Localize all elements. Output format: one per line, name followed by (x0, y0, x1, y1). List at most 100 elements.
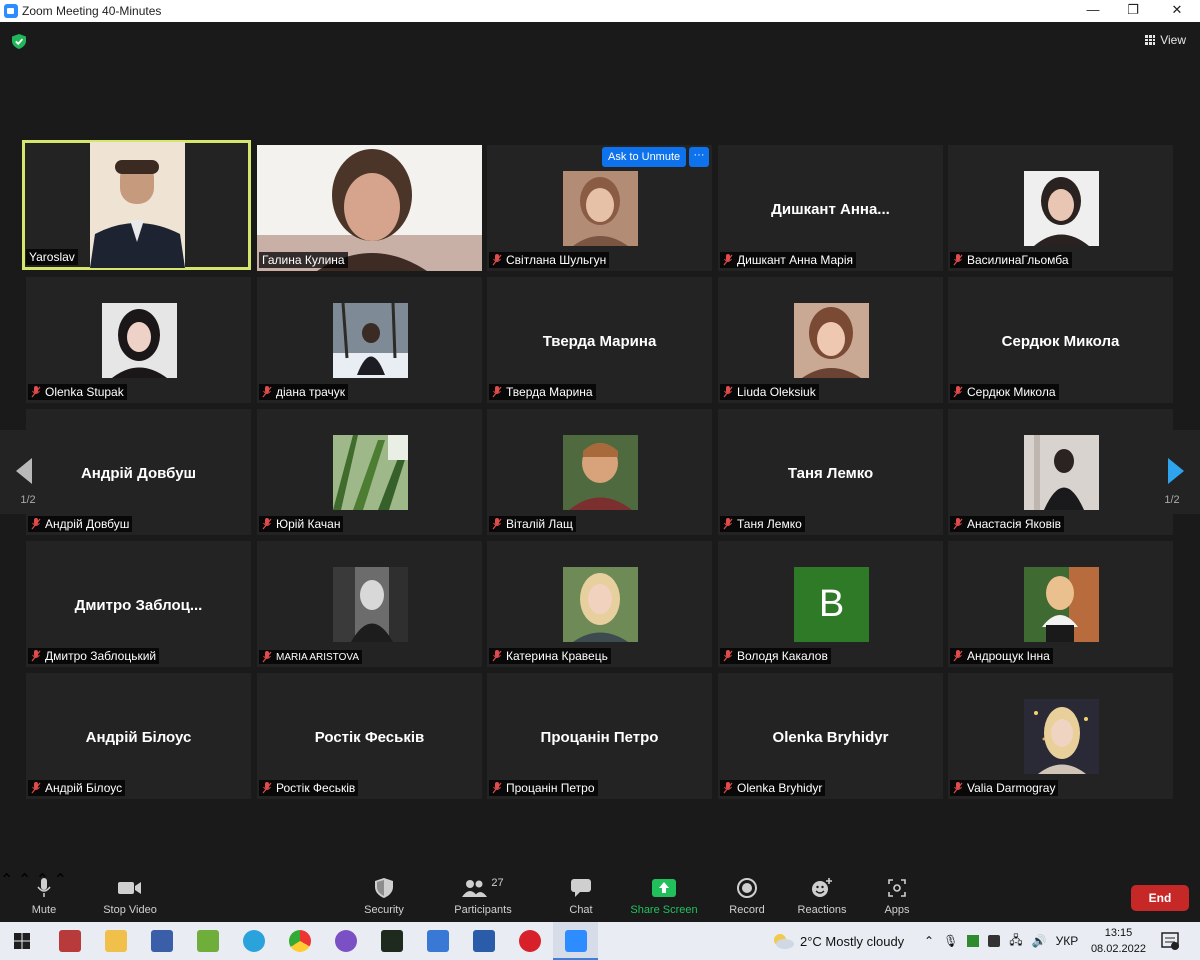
participant-tile[interactable]: ВасилинаГльомба (948, 145, 1173, 271)
participant-big-name: Дишкант Анна... (771, 201, 890, 218)
chat-bubble-icon (571, 879, 591, 897)
muted-mic-icon (262, 782, 272, 794)
save-disk-app-icon[interactable] (151, 930, 173, 952)
participant-tile[interactable]: Olenka Bryhidyr Olenka Bryhidyr (718, 673, 943, 799)
minecraft-launcher-icon[interactable] (381, 930, 403, 952)
participant-tile[interactable]: Юрій Качан (257, 409, 482, 535)
telegram-icon[interactable] (243, 930, 265, 952)
encryption-shield-icon[interactable] (12, 34, 26, 49)
more-options-button[interactable]: ··· (689, 147, 709, 167)
participant-tile[interactable]: B Володя Какалов (718, 541, 943, 667)
mute-button[interactable]: Mute (4, 876, 84, 916)
input-language[interactable]: УКР (1056, 934, 1079, 948)
file-explorer-icon[interactable] (105, 930, 127, 952)
participant-tile[interactable]: Liuda Oleksiuk (718, 277, 943, 403)
participants-button[interactable]: 27 Participants (443, 876, 523, 916)
participant-name-label: Володя Какалов (720, 648, 831, 664)
zoom-taskbar-icon (565, 930, 587, 952)
muted-mic-icon (953, 254, 963, 266)
university-app-icon[interactable] (59, 930, 81, 952)
share-screen-label: Share Screen (630, 904, 698, 916)
viber-icon[interactable] (335, 930, 357, 952)
participant-tile[interactable]: Таня Лемко Таня Лемко (718, 409, 943, 535)
participant-tile[interactable]: Галина Кулина (257, 145, 482, 271)
participant-name-label: Таня Лемко (720, 516, 805, 532)
muted-mic-icon (262, 518, 272, 530)
participant-tile[interactable]: Андрій Білоус Андрій Білоус (26, 673, 251, 799)
share-screen-button[interactable]: Share Screen (624, 876, 704, 916)
stop-video-button[interactable]: Stop Video (90, 876, 170, 916)
reactions-smiley-icon (812, 878, 832, 897)
muted-mic-icon (492, 650, 502, 662)
participant-tile[interactable]: Віталій Лащ (487, 409, 712, 535)
muted-mic-icon (723, 782, 733, 794)
participant-name-label: Галина Кулина (259, 252, 348, 268)
participant-tile[interactable]: Дишкант Анна... Дишкант Анна Марія (718, 145, 943, 271)
participant-tile[interactable]: Yaroslav (22, 140, 251, 270)
opera-icon[interactable] (519, 930, 541, 952)
participant-tile[interactable]: Тверда Марина Тверда Марина (487, 277, 712, 403)
muted-mic-icon (953, 386, 963, 398)
view-button[interactable]: View (1145, 33, 1186, 47)
defender-tray-icon[interactable] (988, 935, 1001, 947)
muted-mic-icon (723, 518, 733, 530)
participant-tile[interactable]: Сердюк Микола Сердюк Микола (948, 277, 1173, 403)
participant-big-name: Olenka Bryhidyr (772, 729, 889, 746)
participant-tile[interactable]: Ростік Феськів Ростік Феськів (257, 673, 482, 799)
security-label: Security (364, 904, 404, 916)
weather-widget[interactable]: 2°C Mostly cloudy (772, 922, 904, 960)
page-indicator-left: 1/2 (20, 494, 36, 506)
next-page-button[interactable]: 1/2 (1144, 430, 1200, 514)
participant-tile[interactable]: Андрій Довбуш Андрій Довбуш (26, 409, 251, 535)
mute-label: Mute (31, 904, 57, 916)
windows-start-icon[interactable] (14, 933, 30, 949)
security-shield-icon (375, 878, 393, 898)
participant-tile[interactable]: MARIA ARISTOVA (257, 541, 482, 667)
participant-tile[interactable]: Андрощук Інна (948, 541, 1173, 667)
participant-tile[interactable]: діана трачук (257, 277, 482, 403)
system-tray: ⌃ 🎙 🖧 🔊 УКР (924, 922, 1078, 960)
view-label: View (1160, 33, 1186, 47)
apps-button[interactable]: Apps (857, 876, 937, 916)
tray-microphone-icon[interactable]: 🎙 (943, 934, 958, 948)
participant-name-label: діана трачук (259, 384, 349, 400)
reactions-button[interactable]: Reactions (782, 876, 862, 916)
participant-name-label: Valia Darmogray (950, 780, 1059, 796)
participant-name-label: Андрій Білоус (28, 780, 126, 796)
close-button[interactable]: ✕ (1154, 0, 1200, 22)
word-icon[interactable] (473, 930, 495, 952)
volume-icon[interactable]: 🔊 (1032, 934, 1047, 948)
nvidia-tray-icon[interactable] (967, 935, 980, 947)
muted-mic-icon (953, 650, 963, 662)
microsoft-store-icon[interactable] (427, 930, 449, 952)
ask-to-unmute-button[interactable]: Ask to Unmute (602, 147, 687, 167)
network-icon[interactable]: 🖧 (1009, 931, 1022, 952)
share-screen-icon (652, 879, 676, 897)
participant-tile[interactable]: Катерина Кравець (487, 541, 712, 667)
security-button[interactable]: Security (344, 876, 424, 916)
participant-tile[interactable]: Процанін Петро Процанін Петро (487, 673, 712, 799)
end-meeting-button[interactable]: End (1131, 885, 1189, 911)
profile-photo (333, 435, 408, 510)
record-button[interactable]: Record (707, 876, 787, 916)
game-app-icon[interactable] (197, 930, 219, 952)
participant-tile[interactable]: Анастасія Яковів (948, 409, 1173, 535)
profile-photo (333, 567, 408, 642)
notification-center-icon[interactable] (1161, 932, 1179, 950)
participant-name-label: Світлана Шульгун (489, 252, 610, 268)
restore-button[interactable]: ❐ (1110, 0, 1156, 22)
participant-tile[interactable]: Valia Darmogray (948, 673, 1173, 799)
participant-name-label: Процанін Петро (489, 780, 598, 796)
profile-photo (333, 303, 408, 378)
tray-expand-chevron-icon[interactable]: ⌃ (924, 934, 934, 948)
record-label: Record (729, 904, 765, 916)
participant-name-label: Дишкант Анна Марія (720, 252, 857, 268)
previous-page-button[interactable]: 1/2 (0, 430, 56, 514)
participant-tile[interactable]: Olenka Stupak (26, 277, 251, 403)
participant-tile[interactable]: Дмитро Заблоц... Дмитро Заблоцький (26, 541, 251, 667)
chat-button[interactable]: Chat (541, 876, 621, 916)
taskbar-clock[interactable]: 13:15 08.02.2022 (1091, 925, 1146, 957)
participant-name-label: Дмитро Заблоцький (28, 648, 160, 664)
chrome-icon[interactable] (289, 930, 311, 952)
muted-mic-icon (31, 386, 41, 398)
